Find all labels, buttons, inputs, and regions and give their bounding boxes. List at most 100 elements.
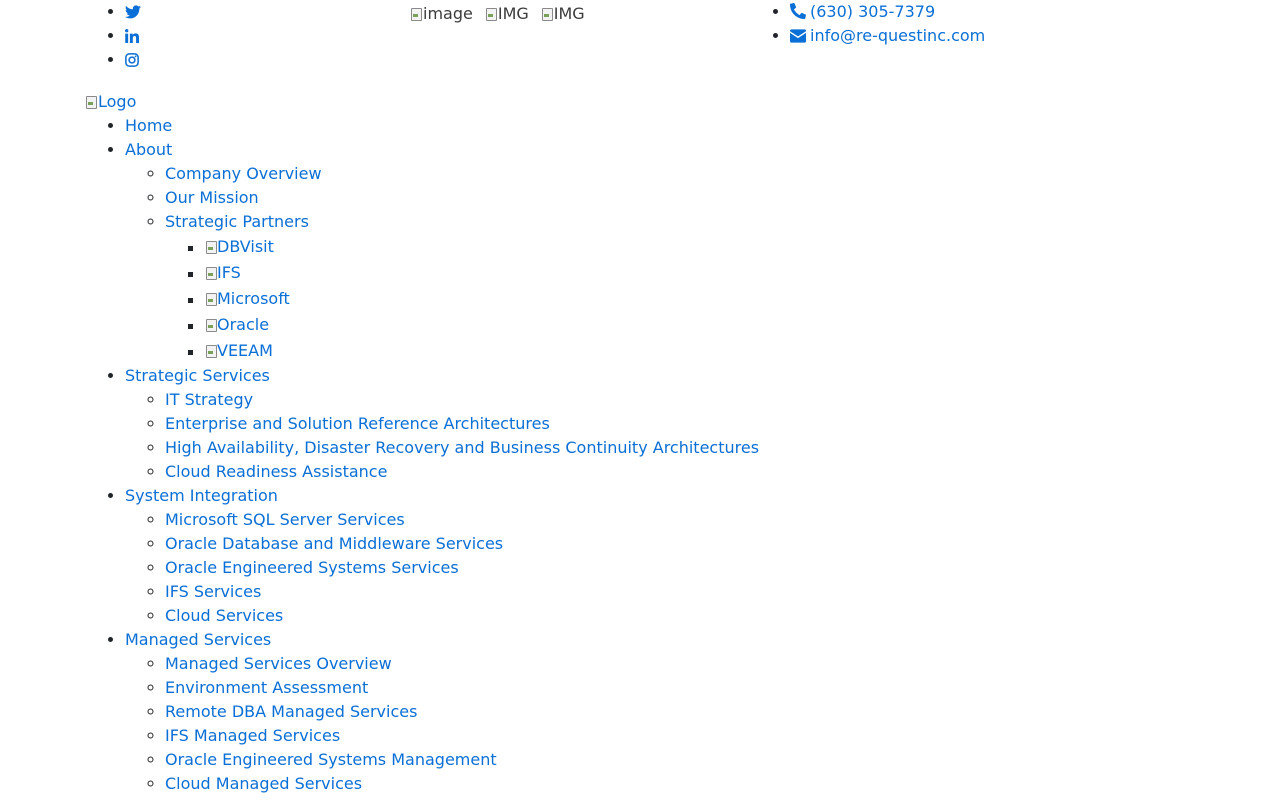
header-image-3: IMG — [541, 2, 585, 26]
broken-image-icon — [541, 7, 553, 21]
submenu-link-it-strategy[interactable]: IT Strategy — [165, 390, 253, 409]
linkedin-icon — [125, 29, 139, 43]
broken-image-icon — [205, 344, 217, 358]
nav-link-home[interactable]: Home — [125, 116, 172, 135]
partner-label: DBVisit — [217, 237, 274, 256]
submenu-link-oracle-engineered-mgmt[interactable]: Oracle Engineered Systems Management — [165, 750, 497, 769]
partner-link-oracle[interactable]: Oracle — [205, 312, 269, 338]
phone-number: (630) 305-7379 — [810, 2, 936, 21]
submenu-item: Oracle Engineered Systems Management — [165, 748, 759, 772]
logo-link[interactable]: Logo — [85, 90, 136, 114]
submenu-link-reference-architectures[interactable]: Enterprise and Solution Reference Archit… — [165, 414, 550, 433]
email-address: info@re-questinc.com — [810, 26, 986, 45]
social-links — [85, 0, 141, 72]
submenu-link-ifs-managed[interactable]: IFS Managed Services — [165, 726, 340, 745]
nav-item-strategic-services: Strategic Services IT Strategy Enterpris… — [125, 364, 759, 484]
logo: Logo — [98, 92, 137, 111]
partner-label: IFS — [217, 263, 241, 282]
strategic-submenu: IT Strategy Enterprise and Solution Refe… — [125, 388, 759, 484]
phone-icon — [790, 3, 806, 19]
partner-item: DBVisit — [205, 234, 759, 260]
broken-image-icon — [205, 240, 217, 254]
phone-link[interactable]: (630) 305-7379 — [790, 2, 935, 21]
contact-email-item: info@re-questinc.com — [790, 24, 985, 48]
social-item-linkedin — [125, 24, 141, 48]
integration-submenu: Microsoft SQL Server Services Oracle Dat… — [125, 508, 759, 628]
submenu-link-ifs-services[interactable]: IFS Services — [165, 582, 261, 601]
header-image-1: image — [410, 2, 473, 26]
contact-phone-item: (630) 305-7379 — [790, 0, 985, 24]
submenu-link-strategic-partners[interactable]: Strategic Partners — [165, 212, 309, 231]
submenu-item: Managed Services Overview — [165, 652, 759, 676]
partner-label: Oracle — [217, 315, 270, 334]
header-image-2: IMG — [485, 2, 529, 26]
social-item-twitter — [125, 0, 141, 24]
submenu-item: Cloud Managed Services — [165, 772, 759, 796]
main-nav: Home About Company Overview Our Mission … — [85, 114, 759, 796]
submenu-item: Company Overview — [165, 162, 759, 186]
submenu-link-cloud-managed[interactable]: Cloud Managed Services — [165, 774, 362, 793]
submenu-item: Environment Assessment — [165, 676, 759, 700]
submenu-link-ha-dr-architectures[interactable]: High Availability, Disaster Recovery and… — [165, 438, 759, 457]
header-image-alt: IMG — [553, 4, 585, 23]
contact-list: (630) 305-7379 info@re-questinc.com — [750, 0, 985, 48]
instagram-icon — [125, 53, 139, 67]
nav-item-about: About Company Overview Our Mission Strat… — [125, 138, 759, 364]
nav-link-system-integration[interactable]: System Integration — [125, 486, 278, 505]
partner-item: VEEAM — [205, 338, 759, 364]
partners-submenu: DBVisit IFS Microsoft Oracle VEEAM — [165, 234, 759, 364]
submenu-item: IT Strategy — [165, 388, 759, 412]
submenu-item: High Availability, Disaster Recovery and… — [165, 436, 759, 460]
nav-link-about[interactable]: About — [125, 140, 172, 159]
broken-image-icon — [85, 95, 97, 109]
submenu-link-company-overview[interactable]: Company Overview — [165, 164, 322, 183]
partner-item: IFS — [205, 260, 759, 286]
social-item-instagram — [125, 48, 141, 72]
envelope-icon — [790, 29, 806, 43]
submenu-item: Cloud Services — [165, 604, 759, 628]
submenu-link-managed-overview[interactable]: Managed Services Overview — [165, 654, 392, 673]
nav-item-managed-services: Managed Services Managed Services Overvi… — [125, 628, 759, 796]
partner-link-veeam[interactable]: VEEAM — [205, 338, 273, 364]
managed-submenu: Managed Services Overview Environment As… — [125, 652, 759, 796]
broken-image-icon — [205, 292, 217, 306]
partner-item: Microsoft — [205, 286, 759, 312]
nav-link-managed-services[interactable]: Managed Services — [125, 630, 271, 649]
submenu-item: Microsoft SQL Server Services — [165, 508, 759, 532]
partner-label: Microsoft — [217, 289, 290, 308]
nav-item-system-integration: System Integration Microsoft SQL Server … — [125, 484, 759, 628]
submenu-link-oracle-database[interactable]: Oracle Database and Middleware Services — [165, 534, 503, 553]
linkedin-link[interactable] — [125, 26, 139, 45]
broken-image-icon — [485, 7, 497, 21]
submenu-item: Oracle Engineered Systems Services — [165, 556, 759, 580]
partner-link-dbvisit[interactable]: DBVisit — [205, 234, 274, 260]
broken-image-icon — [205, 318, 217, 332]
submenu-link-cloud-readiness[interactable]: Cloud Readiness Assistance — [165, 462, 387, 481]
submenu-link-environment-assessment[interactable]: Environment Assessment — [165, 678, 368, 697]
submenu-link-sql-server[interactable]: Microsoft SQL Server Services — [165, 510, 405, 529]
twitter-icon — [125, 5, 141, 19]
about-submenu: Company Overview Our Mission Strategic P… — [125, 162, 759, 364]
submenu-link-cloud-services[interactable]: Cloud Services — [165, 606, 283, 625]
twitter-link[interactable] — [125, 2, 141, 21]
header-images: image IMG IMG — [410, 2, 585, 26]
partner-link-microsoft[interactable]: Microsoft — [205, 286, 290, 312]
header-image-alt: image — [423, 4, 473, 23]
submenu-link-oracle-engineered[interactable]: Oracle Engineered Systems Services — [165, 558, 459, 577]
submenu-link-remote-dba[interactable]: Remote DBA Managed Services — [165, 702, 417, 721]
instagram-link[interactable] — [125, 50, 139, 69]
broken-image-icon — [410, 7, 422, 21]
submenu-item: Enterprise and Solution Reference Archit… — [165, 412, 759, 436]
header-image-alt: IMG — [497, 4, 529, 23]
submenu-item: IFS Services — [165, 580, 759, 604]
broken-image-icon — [205, 266, 217, 280]
partner-link-ifs[interactable]: IFS — [205, 260, 241, 286]
nav-item-home: Home — [125, 114, 759, 138]
partner-label: VEEAM — [217, 341, 273, 360]
email-link[interactable]: info@re-questinc.com — [790, 26, 985, 45]
submenu-link-our-mission[interactable]: Our Mission — [165, 188, 259, 207]
submenu-item: IFS Managed Services — [165, 724, 759, 748]
submenu-item: Strategic Partners DBVisit IFS Microsoft… — [165, 210, 759, 364]
submenu-item: Cloud Readiness Assistance — [165, 460, 759, 484]
nav-link-strategic-services[interactable]: Strategic Services — [125, 366, 270, 385]
